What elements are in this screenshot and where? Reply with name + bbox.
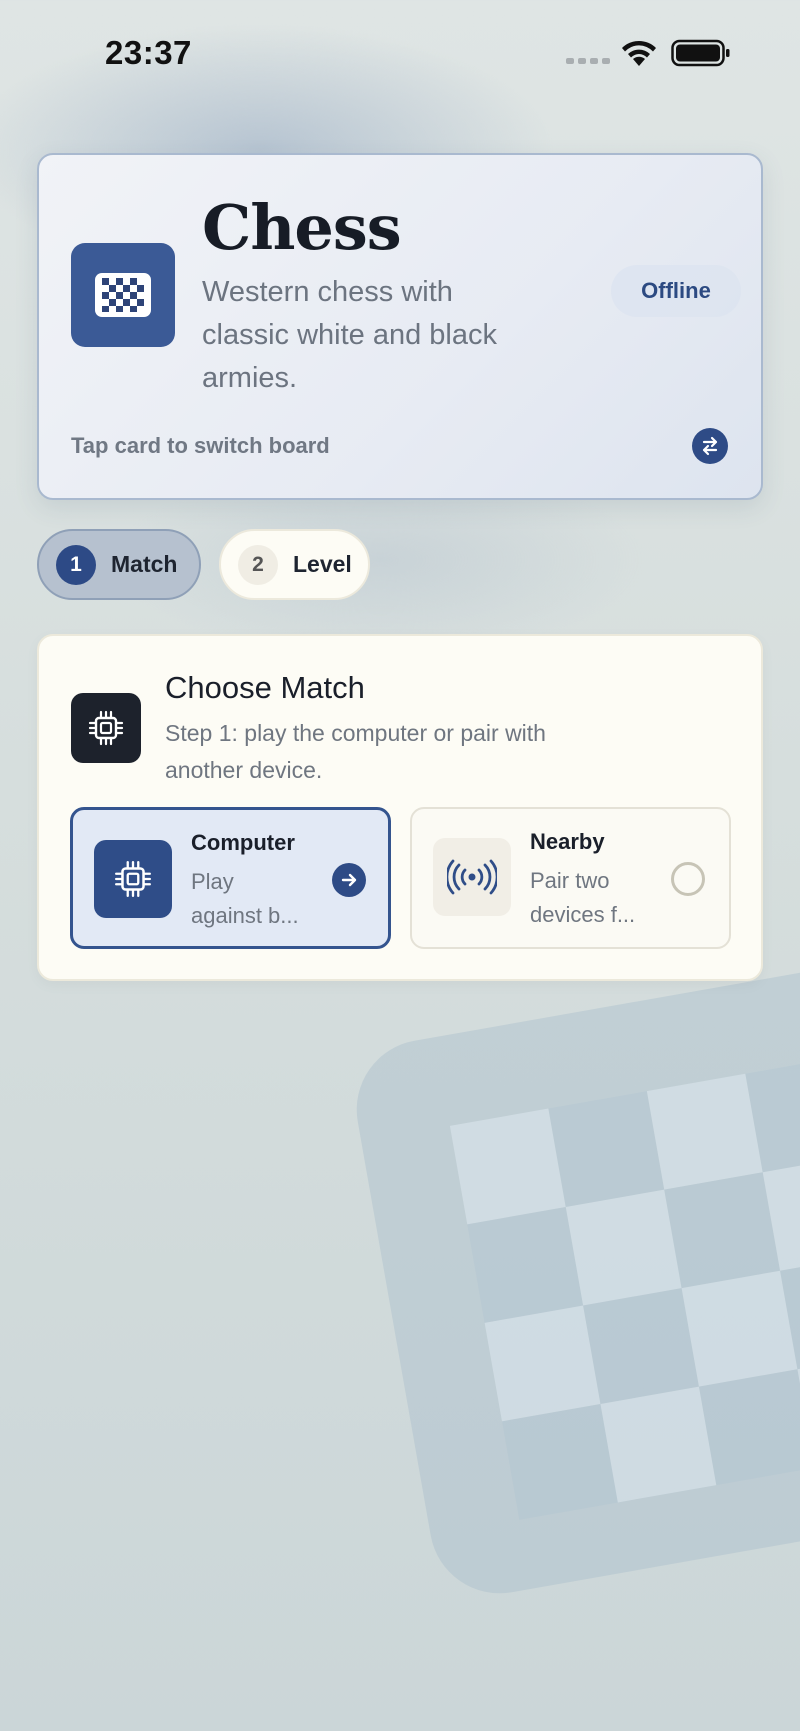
option-subtitle: Play against b...	[191, 869, 299, 928]
step-number: 2	[238, 544, 278, 585]
step-number: 1	[56, 544, 96, 585]
option-subtitle: Pair two devices f...	[530, 868, 636, 927]
step-label: Level	[293, 551, 352, 577]
choose-match-card: Choose Match Step 1: play the computer o…	[37, 634, 763, 981]
computer-option[interactable]: Computer Play against b...	[70, 807, 391, 949]
choose-match-description: Step 1: play the computer or pair with a…	[165, 720, 546, 783]
cpu-chip-icon	[94, 840, 172, 918]
step-label: Match	[111, 551, 178, 577]
option-title: Computer	[191, 830, 295, 855]
step-match-tab[interactable]: 1 Match	[37, 529, 201, 600]
radio-button[interactable]	[671, 862, 705, 896]
cpu-chip-icon	[71, 693, 141, 763]
chessboard-icon	[71, 243, 175, 347]
step-level-tab[interactable]: 2 Level	[219, 529, 370, 600]
status-bar: 23:37	[0, 0, 800, 110]
switch-board-hint: Tap card to switch board	[71, 433, 330, 458]
nearby-option[interactable]: Nearby Pair two devices f...	[410, 807, 731, 949]
game-card[interactable]: Chess Western chess with classic white a…	[37, 153, 763, 500]
swap-arrows-icon	[702, 436, 718, 456]
game-description: Western chess with classic white and bla…	[202, 276, 497, 394]
status-time: 23:37	[105, 34, 192, 71]
wifi-icon	[622, 40, 656, 66]
option-title: Nearby	[530, 829, 605, 854]
arrow-right-icon	[332, 863, 366, 897]
battery-icon	[671, 39, 730, 67]
broadcast-icon	[433, 838, 511, 916]
choose-match-title: Choose Match	[165, 670, 365, 705]
switch-board-button[interactable]	[692, 428, 728, 464]
background-chessboard-decoration	[345, 955, 800, 1605]
offline-badge: Offline	[611, 265, 741, 317]
game-title: Chess	[202, 191, 402, 264]
cellular-signal-icon	[566, 58, 610, 64]
